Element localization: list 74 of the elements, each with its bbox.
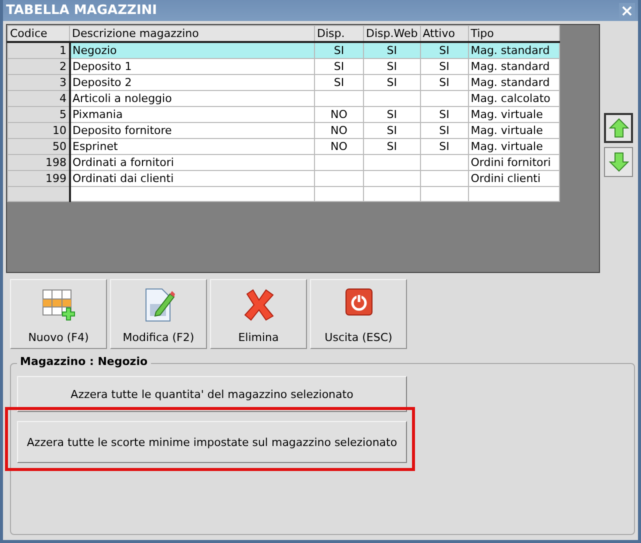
table-cell: Ordinati a fornitori — [72, 156, 174, 169]
action-button[interactable]: Azzera tutte le quantita' del magazzino selezionato — [17, 376, 407, 412]
table-cell: Deposito fornitore — [72, 124, 172, 137]
table-cell: 10 — [52, 124, 66, 137]
cross-icon — [242, 288, 276, 322]
table-cell: 5 — [60, 108, 66, 121]
table-cell: SI — [439, 108, 450, 121]
table-cell: Mag. standard — [470, 76, 550, 89]
table-cell: 50 — [52, 140, 66, 153]
table-cell: Ordinati dai clienti — [72, 172, 174, 185]
window-title: TABELLA MAGAZZINI — [6, 3, 157, 18]
table-cell: SI — [386, 124, 397, 137]
column-header[interactable]: Descrizione magazzino — [70, 26, 314, 42]
column-header[interactable]: Attivo — [420, 26, 468, 42]
table-cell: SI — [386, 60, 397, 73]
table-cell: Mag. calcolato — [470, 92, 550, 105]
table-cell: Deposito 2 — [72, 76, 132, 89]
table-row[interactable]: 2 Deposito 1 SI SI SI Mag. standard — [8, 58, 560, 74]
table-row[interactable]: 10 Deposito fornitore NO SI SI Mag. virtuale — [8, 122, 560, 138]
table-cell: Mag. virtuale — [470, 140, 543, 153]
edit-button[interactable]: Modifica (F2) — [110, 279, 207, 349]
delete-button[interactable]: Elimina — [210, 279, 307, 349]
table-cell: Mag. virtuale — [470, 124, 543, 137]
table-cell: SI — [439, 60, 450, 73]
table-cell: SI — [334, 76, 344, 89]
move-up-button[interactable] — [604, 113, 633, 143]
table-cell: Mag. virtuale — [470, 108, 543, 121]
table-row[interactable]: 199 Ordinati dai clienti Ordini clienti — [8, 170, 560, 186]
table-row[interactable]: 5 Pixmania NO SI SI Mag. virtuale — [8, 106, 560, 122]
table-cell: SI — [386, 140, 397, 153]
table-cell: SI — [439, 124, 450, 137]
exit-button[interactable]: Uscita (ESC) — [310, 279, 407, 349]
table-row[interactable]: 3 Deposito 2 SI SI SI Mag. standard — [8, 74, 560, 90]
table-plus-icon — [42, 288, 76, 322]
table-row[interactable]: 4 Articoli a noleggio Mag. calcolato — [8, 90, 560, 106]
table-cell: SI — [334, 60, 344, 73]
table-cell: Negozio — [72, 44, 117, 57]
table-cell: 4 — [60, 92, 66, 105]
table-cell: SI — [386, 44, 397, 57]
table-cell: NO — [330, 108, 348, 121]
column-header[interactable]: Tipo — [468, 26, 560, 42]
table-cell: 198 — [46, 156, 66, 169]
table-cell: 199 — [46, 172, 66, 185]
table-cell: Mag. standard — [470, 44, 550, 57]
down-arrow-icon — [608, 151, 630, 173]
table-cell: NO — [330, 124, 348, 137]
table-cell: SI — [439, 140, 450, 153]
table-cell: SI — [334, 44, 344, 57]
column-header[interactable]: Codice — [8, 26, 70, 42]
column-header[interactable]: Disp.Web — [364, 26, 420, 42]
table-cell: SI — [439, 44, 450, 57]
table-row[interactable]: 1 Negozio SI SI SI Mag. standard — [8, 42, 560, 58]
action-button[interactable]: Azzera tutte le scorte minime impostate sul magazzino selezionato — [17, 421, 407, 463]
table-cell: Mag. standard — [470, 60, 550, 73]
table-cell: 2 — [60, 60, 66, 73]
table-cell: 1 — [60, 44, 66, 57]
table-cell: Deposito 1 — [72, 60, 132, 73]
table-cell: SI — [439, 76, 450, 89]
group-title: Magazzino : Negozio — [17, 355, 151, 368]
table-cell: Ordini fornitori — [470, 156, 551, 169]
table-row[interactable]: 198 Ordinati a fornitori Ordini fornitori — [8, 154, 560, 170]
table-cell: NO — [330, 140, 348, 153]
column-header[interactable]: Disp. — [314, 26, 364, 42]
table-cell: Pixmania — [72, 108, 123, 121]
table-cell: SI — [386, 108, 397, 121]
table-cell: Ordini clienti — [470, 172, 541, 185]
up-arrow-icon — [608, 117, 630, 139]
table-row[interactable]: 50 Esprinet NO SI SI Mag. virtuale — [8, 138, 560, 154]
power-icon — [344, 288, 372, 316]
table-cell: 3 — [60, 76, 66, 89]
table-cell: SI — [386, 76, 397, 89]
table-cell: Articoli a noleggio — [72, 92, 172, 105]
new-button[interactable]: Nuovo (F4) — [10, 279, 107, 349]
table-cell: Esprinet — [72, 140, 118, 153]
